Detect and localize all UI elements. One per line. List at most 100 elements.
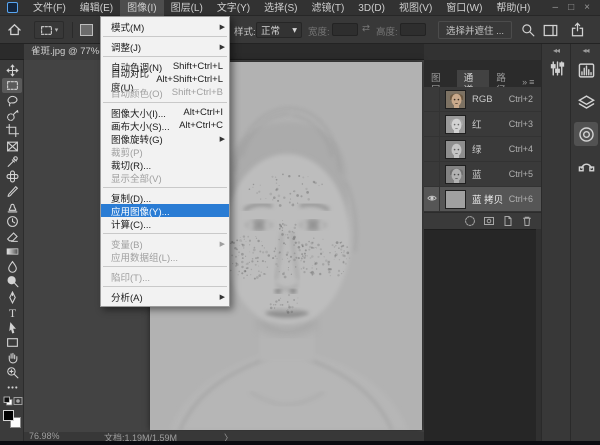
menubar-item[interactable]: 选择(S) [257, 0, 304, 16]
menubar-item[interactable]: 编辑(E) [73, 0, 120, 16]
gradient-tool[interactable] [2, 244, 22, 259]
menu-item[interactable]: 应用图像(Y)... [101, 204, 229, 217]
zoom-level[interactable]: 76.98% [29, 431, 60, 441]
channel-row[interactable]: 蓝 拷贝Ctrl+6 [424, 187, 541, 212]
visibility-toggle[interactable] [424, 162, 440, 187]
layers-panel-icon[interactable] [574, 90, 598, 114]
menubar-item[interactable]: 图层(L) [164, 0, 210, 16]
width-field[interactable] [332, 23, 358, 36]
panel-tab-通道[interactable]: 通道 [457, 70, 490, 87]
menu-item[interactable]: 图像大小(I)...Alt+Ctrl+I [101, 106, 229, 119]
lasso-tool[interactable] [2, 93, 22, 108]
dodge-tool[interactable] [2, 274, 22, 289]
pen-tool[interactable] [2, 290, 22, 305]
pathselect-icon [6, 321, 19, 334]
menu-item[interactable]: 裁切(R)... [101, 158, 229, 171]
maximize-button[interactable]: □ [568, 1, 574, 15]
menubar-item[interactable]: 滤镜(T) [305, 0, 352, 16]
channel-row[interactable]: 红Ctrl+3 [424, 112, 541, 137]
clone-stamp-tool[interactable] [2, 199, 22, 214]
menu-item[interactable]: 陷印(T)... [101, 270, 229, 283]
select-and-mask-button[interactable]: 选择并遮住 ... [438, 21, 512, 39]
eyedropper-tool[interactable] [2, 154, 22, 169]
paths-panel-icon[interactable] [574, 154, 598, 178]
history-brush-tool[interactable] [2, 214, 22, 229]
quick-mask-icon[interactable] [13, 396, 23, 406]
close-button[interactable]: × [584, 1, 590, 15]
menu-item[interactable]: 分析(A)▶ [101, 290, 229, 303]
share-icon[interactable] [570, 22, 585, 37]
new-channel-icon[interactable] [502, 215, 514, 227]
height-field[interactable] [400, 23, 426, 36]
delete-channel-icon[interactable] [521, 215, 533, 227]
brush-tool[interactable] [2, 184, 22, 199]
style-dropdown[interactable]: 正常 ▾ [256, 22, 302, 38]
channels-panel-icon[interactable] [574, 122, 598, 146]
crop-tool[interactable] [2, 123, 22, 138]
blur-tool[interactable] [2, 259, 22, 274]
visibility-eye-icon[interactable] [424, 187, 440, 212]
menu-item[interactable]: 画布大小(S)...Alt+Ctrl+C [101, 119, 229, 132]
new-selection-mode-button[interactable] [80, 24, 93, 36]
menubar-item[interactable]: 窗口(W) [439, 0, 489, 16]
histogram-panel-icon[interactable] [574, 58, 598, 82]
type-tool[interactable]: T [2, 305, 22, 320]
workspace-icon[interactable] [543, 23, 558, 38]
menu-item[interactable]: 应用数据组(L)... [101, 250, 229, 263]
menu-item[interactable]: 复制(D)... [101, 191, 229, 204]
menubar-item[interactable]: 图像(I) [120, 0, 163, 16]
save-selection-icon[interactable] [483, 215, 495, 227]
zoom-tool[interactable] [2, 365, 22, 380]
shape-tool[interactable] [2, 335, 22, 350]
load-selection-icon[interactable] [464, 215, 476, 227]
foreground-color-swatch[interactable] [3, 410, 14, 421]
channel-shortcut: Ctrl+5 [509, 169, 541, 179]
menu-item[interactable]: 图像旋转(G)▶ [101, 132, 229, 145]
menu-item[interactable]: 自动颜色(O)Shift+Ctrl+B [101, 86, 229, 99]
tool-preset-picker[interactable]: ▾ [34, 21, 64, 39]
menu-item[interactable]: 模式(M)▶ [101, 20, 229, 33]
healing-brush-tool[interactable] [2, 169, 22, 184]
visibility-toggle[interactable] [424, 112, 440, 137]
menu-item[interactable]: 裁剪(P) [101, 145, 229, 158]
channel-row[interactable]: 绿Ctrl+4 [424, 137, 541, 162]
menubar-item[interactable]: 视图(V) [392, 0, 439, 16]
home-icon[interactable] [7, 22, 22, 37]
default-colors-icon[interactable] [3, 396, 13, 406]
menu-item-label: 复制(D)... [111, 191, 151, 205]
panel-tab-路径[interactable]: 路径 [489, 70, 522, 87]
menu-item[interactable]: 自动对比度(U)Alt+Shift+Ctrl+L [101, 73, 229, 86]
menu-item[interactable]: 计算(C)... [101, 217, 229, 230]
pen-icon [6, 291, 19, 304]
quick-select-tool[interactable] [2, 108, 22, 123]
minimize-button[interactable]: – [553, 1, 559, 15]
swap-dimensions-icon[interactable]: ⇄ [362, 23, 370, 34]
visibility-toggle[interactable] [424, 87, 440, 112]
hand-tool[interactable] [2, 350, 22, 365]
panel-overflow-icon[interactable]: » [522, 77, 529, 87]
move-tool[interactable] [2, 63, 22, 78]
frame-tool[interactable] [2, 139, 22, 154]
panel-menu-icon[interactable]: ≡ [529, 77, 541, 87]
channel-row[interactable]: RGBCtrl+2 [424, 87, 541, 112]
search-icon[interactable] [521, 23, 535, 37]
marquee-tool[interactable] [2, 78, 22, 93]
menu-item[interactable]: 显示全部(V) [101, 171, 229, 184]
menubar-item[interactable]: 文字(Y) [210, 0, 257, 16]
visibility-toggle[interactable] [424, 137, 440, 162]
menubar-item[interactable]: 3D(D) [351, 0, 392, 16]
crop-icon [6, 124, 19, 137]
collapse-panels-icon[interactable]: ◂◂ [571, 44, 600, 55]
edit-toolbar[interactable] [2, 380, 22, 395]
eraser-tool[interactable] [2, 229, 22, 244]
menu-item-shortcut: Alt+Shift+Ctrl+L [156, 74, 223, 85]
adjustments-panel-icon[interactable] [545, 56, 569, 80]
menu-item[interactable]: 调整(J)▶ [101, 40, 229, 53]
channel-row[interactable]: 蓝Ctrl+5 [424, 162, 541, 187]
panel-tab-图层[interactable]: 图层 [424, 70, 457, 87]
collapse-panels-icon[interactable]: ◂◂ [542, 44, 570, 55]
menubar-item[interactable]: 文件(F) [26, 0, 73, 16]
path-select-tool[interactable] [2, 320, 22, 335]
menubar-item[interactable]: 帮助(H) [489, 0, 537, 16]
menu-item[interactable]: 变量(B)▶ [101, 237, 229, 250]
